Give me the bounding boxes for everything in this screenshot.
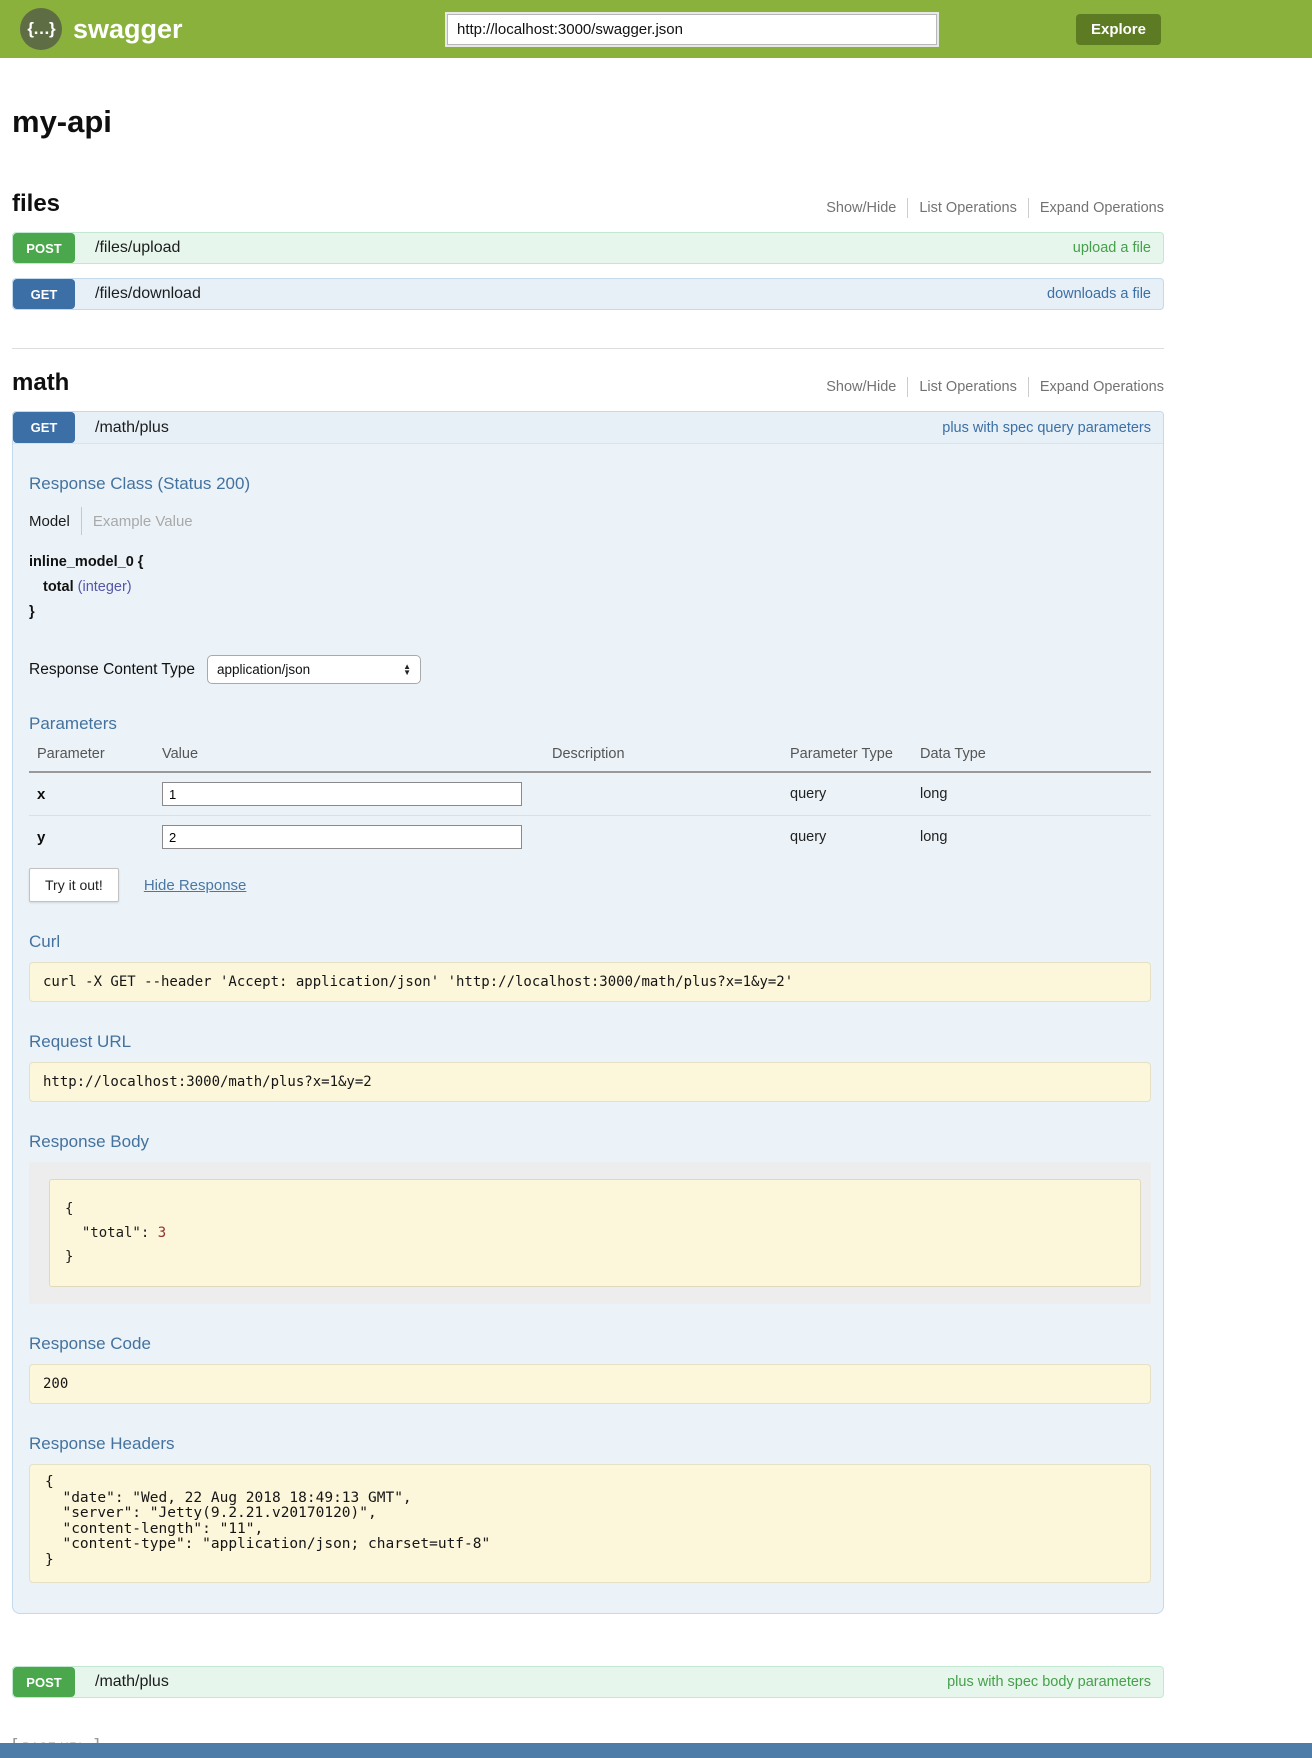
- expand-operations-link[interactable]: Expand Operations: [1028, 377, 1164, 397]
- math-section-controls: Show/Hide List Operations Expand Operati…: [815, 377, 1164, 397]
- response-body-container: { "total": 3 }: [29, 1162, 1151, 1304]
- col-data-type: Data Type: [912, 740, 1151, 772]
- operation-path[interactable]: /files/download: [95, 285, 201, 303]
- model-signature: inline_model_0 { total (integer) }: [29, 550, 1151, 625]
- math-section-header: math Show/Hide List Operations Expand Op…: [12, 369, 1164, 397]
- post-method-badge: POST: [13, 1667, 75, 1697]
- swagger-logo-icon: {…}: [20, 8, 62, 50]
- property-type: (integer): [78, 579, 132, 595]
- col-parameter: Parameter: [29, 740, 154, 772]
- curl-heading: Curl: [29, 932, 1151, 952]
- get-method-badge: GET: [13, 279, 75, 309]
- post-method-badge: POST: [13, 233, 75, 263]
- parameter-y-input[interactable]: [162, 825, 522, 849]
- operation-row-post-math-plus[interactable]: POST /math/plus plus with spec body para…: [12, 1666, 1164, 1698]
- top-bar: {…} swagger Explore: [0, 0, 1312, 58]
- response-class-heading: Response Class (Status 200): [29, 474, 1151, 494]
- expand-operations-link[interactable]: Expand Operations: [1028, 198, 1164, 218]
- operation-summary[interactable]: plus with spec query parameters: [942, 420, 1151, 436]
- operation-summary[interactable]: downloads a file: [1047, 286, 1151, 302]
- parameter-row-y: y query long: [29, 816, 1151, 859]
- parameter-name: x: [29, 772, 154, 816]
- model-property: total (integer): [43, 575, 1151, 600]
- operation-row-post-files-upload[interactable]: POST /files/upload upload a file: [12, 232, 1164, 264]
- json-brace-open: {: [65, 1201, 73, 1217]
- parameter-type: query: [782, 816, 912, 859]
- request-url-heading: Request URL: [29, 1032, 1151, 1052]
- request-url-box: http://localhost:3000/math/plus?x=1&y=2: [29, 1062, 1151, 1102]
- parameter-description: [544, 772, 782, 816]
- parameters-table: Parameter Value Description Parameter Ty…: [29, 740, 1151, 858]
- list-operations-link[interactable]: List Operations: [907, 198, 1028, 218]
- parameters-heading: Parameters: [29, 714, 1151, 734]
- json-value: 3: [158, 1225, 166, 1241]
- response-headers-box: { "date": "Wed, 22 Aug 2018 18:49:13 GMT…: [29, 1464, 1151, 1583]
- operation-summary[interactable]: upload a file: [1073, 240, 1151, 256]
- operation-path[interactable]: /math/plus: [95, 1673, 169, 1691]
- model-open: inline_model_0 {: [29, 550, 1151, 575]
- operation-summary[interactable]: plus with spec body parameters: [947, 1674, 1151, 1690]
- page-title: my-api: [12, 104, 1164, 140]
- operation-path[interactable]: /files/upload: [95, 239, 180, 257]
- json-brace-close: }: [65, 1249, 73, 1265]
- hide-response-link[interactable]: Hide Response: [144, 877, 247, 894]
- response-content-type-label: Response Content Type: [29, 661, 195, 679]
- tab-example-value[interactable]: Example Value: [82, 513, 193, 530]
- response-code-heading: Response Code: [29, 1334, 1151, 1354]
- section-divider: [12, 348, 1164, 349]
- col-description: Description: [544, 740, 782, 772]
- parameters-header-row: Parameter Value Description Parameter Ty…: [29, 740, 1151, 772]
- col-parameter-type: Parameter Type: [782, 740, 912, 772]
- operation-panel-get-math-plus: GET /math/plus plus with spec query para…: [12, 411, 1164, 1614]
- response-body-heading: Response Body: [29, 1132, 1151, 1152]
- select-arrows-icon: ▲▼: [403, 664, 411, 676]
- selected-content-type: application/json: [217, 662, 310, 677]
- operation-content: Response Class (Status 200) Model Exampl…: [13, 444, 1163, 1613]
- parameter-data-type: long: [912, 772, 1151, 816]
- tab-model[interactable]: Model: [29, 513, 81, 530]
- operation-row-get-math-plus[interactable]: GET /math/plus plus with spec query para…: [13, 412, 1163, 444]
- parameter-description: [544, 816, 782, 859]
- curl-command-box: curl -X GET --header 'Accept: applicatio…: [29, 962, 1151, 1002]
- model-tabs: Model Example Value: [29, 506, 1151, 536]
- files-section-controls: Show/Hide List Operations Expand Operati…: [815, 198, 1164, 218]
- explore-button[interactable]: Explore: [1076, 14, 1161, 45]
- files-section-header: files Show/Hide List Operations Expand O…: [12, 190, 1164, 218]
- response-code-box: 200: [29, 1364, 1151, 1404]
- operation-row-get-files-download[interactable]: GET /files/download downloads a file: [12, 278, 1164, 310]
- response-headers-heading: Response Headers: [29, 1434, 1151, 1454]
- swagger-brand[interactable]: {…} swagger: [20, 8, 183, 50]
- operation-path[interactable]: /math/plus: [95, 419, 169, 437]
- try-it-out-row: Try it out! Hide Response: [29, 868, 1151, 902]
- math-section-title: math: [12, 369, 69, 397]
- json-key: "total":: [65, 1225, 158, 1241]
- try-it-out-button[interactable]: Try it out!: [29, 868, 119, 902]
- get-method-badge: GET: [13, 412, 75, 443]
- brand-name: swagger: [73, 14, 183, 45]
- parameter-name: y: [29, 816, 154, 859]
- parameter-x-input[interactable]: [162, 782, 522, 806]
- col-value: Value: [154, 740, 544, 772]
- main-content: my-api files Show/Hide List Operations E…: [12, 104, 1164, 1758]
- show-hide-link[interactable]: Show/Hide: [815, 377, 907, 397]
- files-section-title: files: [12, 190, 60, 218]
- parameter-row-x: x query long: [29, 772, 1151, 816]
- list-operations-link[interactable]: List Operations: [907, 377, 1028, 397]
- model-close: }: [29, 600, 1151, 625]
- response-body-json: { "total": 3 }: [49, 1179, 1141, 1287]
- bottom-blue-bar: [0, 1743, 1312, 1758]
- show-hide-link[interactable]: Show/Hide: [815, 198, 907, 218]
- parameter-data-type: long: [912, 816, 1151, 859]
- parameter-type: query: [782, 772, 912, 816]
- response-content-type-row: Response Content Type application/json ▲…: [29, 655, 1151, 684]
- spec-url-input[interactable]: [447, 14, 937, 45]
- property-name: total: [43, 579, 74, 595]
- response-content-type-select[interactable]: application/json ▲▼: [207, 655, 421, 684]
